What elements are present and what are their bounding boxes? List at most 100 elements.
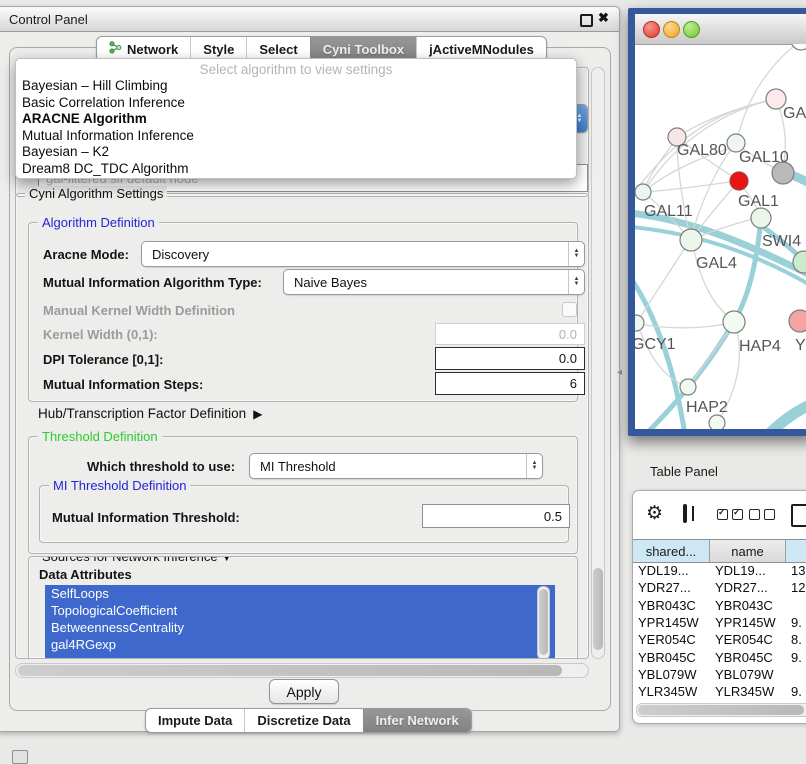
data-attributes-list[interactable]: SelfLoopsTopologicalCoefficientBetweenne… — [45, 585, 555, 658]
close-icon[interactable]: ✖ — [598, 10, 609, 26]
network-node-hap2[interactable] — [680, 379, 696, 395]
algorithm-popup-prompt: Select algorithm to view settings — [16, 61, 576, 78]
vertical-scrollbar-thumb[interactable] — [593, 568, 603, 650]
table-row[interactable]: YDR27...YDR27...12 — [633, 579, 806, 596]
cyni-algorithm-settings-group: Cyni Algorithm Settings Algorithm Defini… — [15, 193, 589, 659]
network-edge[interactable] — [638, 242, 689, 321]
table-row[interactable]: YBR045CYBR045C9. — [633, 648, 806, 665]
close-traffic-light-icon[interactable] — [643, 21, 660, 38]
expand-down-icon[interactable]: ▼ — [221, 556, 232, 564]
kernel-width-field[interactable]: 0.0 — [435, 323, 585, 345]
algorithm-option-bayesian-k2[interactable]: Bayesian – K2 — [16, 144, 576, 161]
column-header-shared-name[interactable]: shared... — [633, 540, 710, 562]
table-row[interactable]: YDL19...YDL19...13 — [633, 562, 806, 579]
network-edge[interactable] — [737, 44, 799, 140]
tab-jactivemnodules-label: jActiveMNodules — [429, 42, 534, 57]
network-node[interactable] — [709, 415, 725, 429]
control-panel-title: Control Panel — [9, 12, 88, 27]
attribute-item-partial[interactable] — [45, 653, 555, 658]
network-node-gcy1[interactable] — [635, 315, 644, 331]
dpi-tolerance-field[interactable]: 0.0 — [435, 347, 585, 370]
network-edge[interactable] — [768, 404, 806, 429]
network-node-gal4[interactable] — [680, 229, 702, 251]
table-cell: YBR043C — [633, 598, 710, 613]
mi-type-label: Mutual Information Algorithm Type: — [43, 275, 262, 290]
table-toolbar: ⚙ — [633, 491, 806, 539]
hub-definition-expander[interactable]: Hub/Transcription Factor Definition ▶ — [38, 406, 262, 421]
network-node-gal11[interactable] — [635, 184, 651, 200]
mi-type-combo[interactable]: Naive Bayes ▲▼ — [283, 269, 585, 295]
algorithm-option-mutual-information-inference[interactable]: Mutual Information Inference — [16, 128, 576, 145]
attribute-item-betweennesscentrality[interactable]: BetweennessCentrality — [45, 619, 555, 636]
vertical-scrollbar[interactable] — [591, 67, 605, 659]
panel-divider-arrow[interactable]: ◂ — [617, 367, 622, 378]
table-cell: YDL19... — [710, 563, 786, 578]
network-canvas-area[interactable]: GALGAL80GAL10GAL1GAL11GAL4SWI4HAP4YGCY1H… — [635, 14, 806, 429]
gear-icon[interactable]: ⚙ — [646, 502, 663, 525]
column-header-partial[interactable] — [786, 540, 806, 562]
apply-button[interactable]: Apply — [269, 679, 339, 704]
algorithm-option-aracne-algorithm[interactable]: ARACNE Algorithm — [16, 111, 576, 128]
expand-right-icon: ▶ — [250, 407, 263, 421]
network-edge[interactable] — [646, 181, 736, 192]
bottom-tab-infer-network[interactable]: Infer Network — [363, 709, 471, 732]
aracne-mode-combo[interactable]: Discovery ▲▼ — [141, 241, 585, 267]
column-header-name[interactable]: name — [710, 540, 786, 562]
table-horizontal-scrollbar[interactable] — [636, 703, 806, 717]
network-edge[interactable] — [638, 323, 730, 328]
network-graph[interactable]: GALGAL80GAL10GAL1GAL11GAL4SWI4HAP4YGCY1H… — [635, 44, 806, 429]
sources-title: Sources for Network Inference ▼ — [38, 556, 236, 564]
combo-stepper-icon: ▲▼ — [526, 454, 542, 478]
attribute-item-selfloops[interactable]: SelfLoops — [45, 585, 555, 602]
table-row[interactable]: YBR043CYBR043C — [633, 597, 806, 614]
bottom-tab-bar: Impute DataDiscretize DataInfer Network — [145, 708, 472, 733]
cyni-algorithm-settings-title: Cyni Algorithm Settings — [25, 186, 167, 201]
network-node-label: GAL11 — [644, 203, 693, 220]
network-window-titlebar[interactable] — [635, 14, 806, 45]
horizontal-scrollbar[interactable] — [15, 663, 589, 678]
mi-threshold-definition-title: MI Threshold Definition — [49, 478, 190, 493]
network-edge[interactable] — [692, 242, 732, 319]
export-table-icon[interactable] — [791, 504, 806, 527]
table-body[interactable]: YDL19...YDL19...13YDR27...YDR27...12YBR0… — [633, 562, 806, 702]
deselect-all-checkboxes-icon[interactable] — [749, 509, 775, 520]
network-edge[interactable] — [679, 99, 776, 136]
bottom-tab-discretize-data[interactable]: Discretize Data — [244, 709, 362, 732]
mi-threshold-field[interactable]: 0.5 — [422, 504, 570, 528]
table-row[interactable]: YER054CYER054C8. — [633, 631, 806, 648]
table-row[interactable]: YLR345WYLR345W9. — [633, 683, 806, 700]
bottom-tab-impute-data[interactable]: Impute Data — [146, 709, 244, 732]
network-node-hap4[interactable] — [723, 311, 745, 333]
table-cell: YER054C — [633, 632, 710, 647]
manual-kernel-checkbox[interactable] — [562, 302, 577, 317]
network-node[interactable] — [730, 172, 748, 190]
network-node-label: SWI4 — [762, 233, 801, 250]
algorithm-option-basic-correlation-inference[interactable]: Basic Correlation Inference — [16, 95, 576, 112]
columns-icon[interactable] — [683, 504, 687, 523]
network-node-y[interactable] — [789, 310, 806, 332]
zoom-traffic-light-icon[interactable] — [683, 21, 700, 38]
network-node-gal1[interactable] — [751, 208, 771, 228]
table-row[interactable]: YIL052CYIL052C9 — [633, 700, 806, 702]
mi-steps-field[interactable]: 6 — [435, 372, 585, 395]
select-all-checkboxes-icon[interactable] — [717, 509, 743, 520]
algorithm-option-bayesian-hill-climbing[interactable]: Bayesian – Hill Climbing — [16, 78, 576, 95]
network-edge[interactable] — [644, 138, 677, 190]
attribute-item-gal4rgexp[interactable]: gal4RGexp — [45, 636, 555, 653]
table-header-row[interactable]: shared... name — [633, 539, 806, 563]
which-threshold-combo[interactable]: MI Threshold ▲▼ — [249, 453, 543, 479]
table-row[interactable]: YBL079WYBL079W — [633, 666, 806, 683]
horizontal-scrollbar-thumb[interactable] — [18, 665, 562, 676]
algorithm-definition-group: Algorithm Definition Aracne Mode: Discov… — [28, 222, 578, 402]
table-row[interactable]: YPR145WYPR145W9. — [633, 614, 806, 631]
attribute-item-topologicalcoefficient[interactable]: TopologicalCoefficient — [45, 602, 555, 619]
float-window-icon[interactable] — [580, 14, 593, 27]
minimize-traffic-light-icon[interactable] — [663, 21, 680, 38]
tab-select-label: Select — [259, 42, 297, 57]
control-panel-titlebar[interactable]: Control Panel ✖ — [0, 7, 619, 32]
network-node[interactable] — [791, 44, 806, 50]
algorithm-option-dream8-dc-tdc-algorithm[interactable]: Dream8 DC_TDC Algorithm — [16, 161, 576, 178]
network-edge[interactable] — [690, 325, 733, 385]
attributes-scrollbar[interactable] — [537, 586, 550, 658]
network-node-label: GAL — [783, 105, 806, 122]
